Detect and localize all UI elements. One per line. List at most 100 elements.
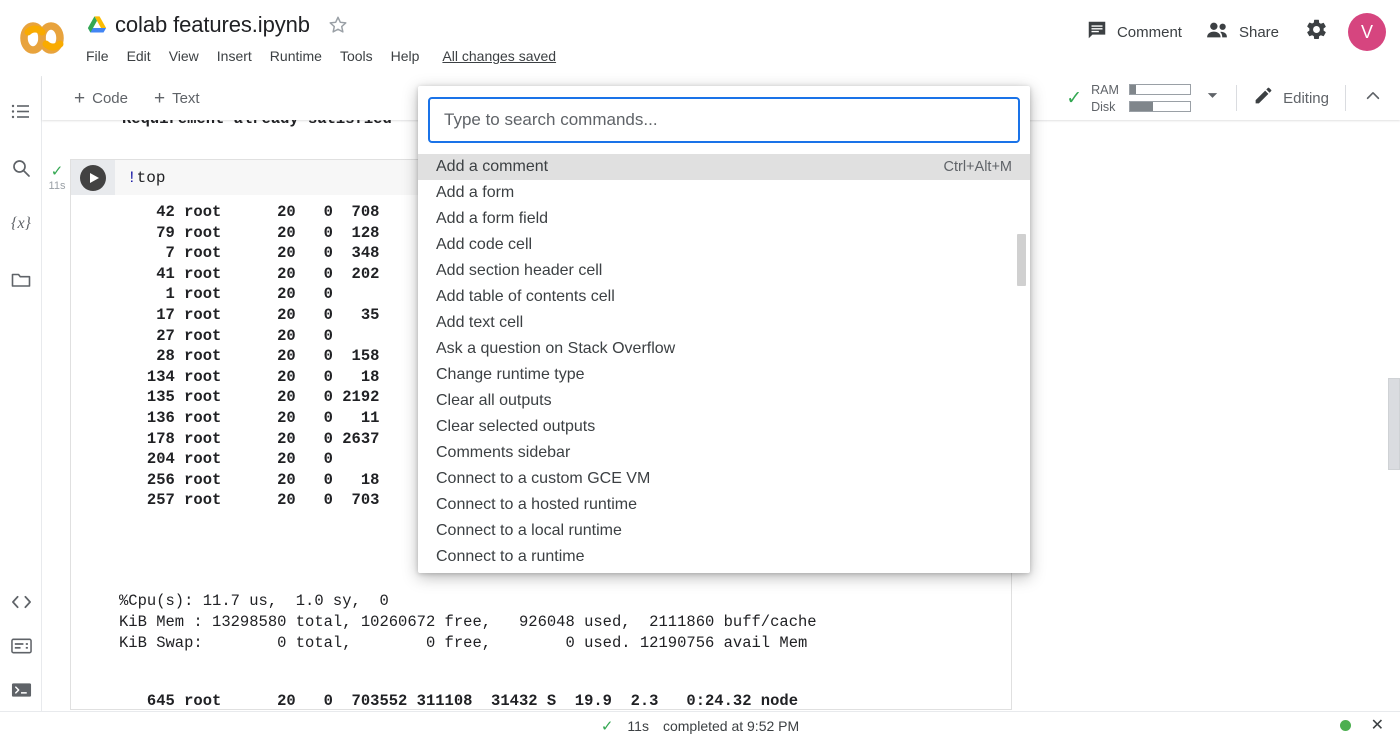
table-of-contents-icon[interactable] <box>8 99 34 125</box>
page-scrollbar-thumb[interactable] <box>1388 378 1400 470</box>
commands-panel-icon[interactable] <box>8 633 34 659</box>
command-item[interactable]: Connect to a local runtime <box>418 518 1030 544</box>
status-elapsed: 11s <box>627 717 649 734</box>
disk-meter-fill <box>1130 102 1153 111</box>
status-check-icon: ✓ <box>600 717 614 735</box>
add-code-cell-button[interactable]: + Code <box>64 85 138 112</box>
people-icon <box>1206 20 1230 45</box>
command-item-label: Add section header cell <box>436 262 603 279</box>
toolbar-left: + Code + Text <box>64 76 210 120</box>
app-header: colab features.ipynb File Edit View Inse… <box>0 0 1400 76</box>
command-list[interactable]: Add a comment Ctrl+Alt+M Add a form Add a f… <box>418 154 1030 573</box>
command-item[interactable]: Add code cell <box>418 232 1030 258</box>
editing-mode-button[interactable]: Editing <box>1245 80 1337 116</box>
command-item[interactable]: Add a comment Ctrl+Alt+M <box>418 154 1030 180</box>
command-item-label: Add a comment <box>436 158 549 175</box>
command-item-label: Add table of contents cell <box>436 288 615 305</box>
command-item[interactable]: Add a form field <box>418 206 1030 232</box>
command-item[interactable]: Ask a question on Stack Overflow <box>418 336 1030 362</box>
files-icon[interactable] <box>8 267 34 293</box>
menu-tools[interactable]: Tools <box>331 46 382 66</box>
command-item-shortcut: Ctrl+Alt+M <box>943 159 1013 175</box>
command-item[interactable]: Clear all outputs <box>418 388 1030 414</box>
menu-help[interactable]: Help <box>382 46 429 66</box>
command-item[interactable]: Clear selected outputs <box>418 414 1030 440</box>
left-rail: {x} <box>0 76 42 739</box>
menu-bar: File Edit View Insert Runtime Tools Help… <box>86 44 556 68</box>
command-item[interactable]: Comments sidebar <box>418 440 1030 466</box>
variables-icon[interactable]: {x} <box>8 211 34 237</box>
command-item-label: Clear selected outputs <box>436 418 596 435</box>
command-search-input[interactable] <box>428 97 1020 143</box>
share-label: Share <box>1238 23 1279 41</box>
plus-icon: + <box>153 87 166 109</box>
process-list-top: 42 root 20 0 708 79 root 20 0 128 7 root… <box>146 203 380 510</box>
command-item[interactable]: Connect to a custom GCE VM <box>418 466 1030 492</box>
previous-cell-output: Requirement already satisfied <box>122 120 392 128</box>
ram-meter-fill <box>1130 85 1136 94</box>
command-item-label: Change runtime type <box>436 366 585 383</box>
chevron-up-icon <box>1364 87 1382 110</box>
command-list-scrollbar[interactable] <box>1017 156 1028 571</box>
google-drive-icon <box>86 15 108 35</box>
command-item[interactable]: Add text cell <box>418 310 1030 336</box>
disk-meter-bar <box>1129 101 1192 112</box>
notebook-title[interactable]: colab features.ipynb <box>115 11 310 39</box>
command-item-label: Comments sidebar <box>436 444 571 461</box>
add-text-cell-button[interactable]: + Text <box>144 85 210 112</box>
colab-logo[interactable] <box>16 12 68 64</box>
menu-file[interactable]: File <box>86 46 118 66</box>
shell-bang: ! <box>127 169 137 187</box>
command-item[interactable]: Add a form <box>418 180 1030 206</box>
resource-meters[interactable]: ✓ RAM Disk <box>1060 80 1197 117</box>
command-item[interactable]: Add table of contents cell <box>418 284 1030 310</box>
command-item[interactable]: Add section header cell <box>418 258 1030 284</box>
code-snippets-icon[interactable] <box>8 589 34 615</box>
resource-dropdown-button[interactable] <box>1197 82 1228 114</box>
settings-button[interactable] <box>1297 10 1336 54</box>
search-icon[interactable] <box>8 155 34 181</box>
status-bar: ✓ 11s completed at 9:52 PM ✕ <box>0 711 1400 739</box>
header-actions: Comment Share V <box>1074 10 1386 54</box>
mem-summary-line: KiB Mem : 13298580 total, 10260672 free,… <box>119 613 817 631</box>
command-item-label: Connect to a runtime <box>436 548 585 565</box>
command-item-label: Connect to a hosted runtime <box>436 496 638 513</box>
ram-meter-row: RAM <box>1091 83 1192 97</box>
command-item-label: Add text cell <box>436 314 524 331</box>
chevron-down-icon <box>1205 88 1220 108</box>
star-outline-icon[interactable] <box>327 14 349 36</box>
terminal-icon[interactable] <box>8 677 34 703</box>
command-item-label: Ask a question on Stack Overflow <box>436 340 676 357</box>
run-cell-button[interactable] <box>71 160 115 196</box>
connection-indicator-dot <box>1339 720 1351 731</box>
comment-button[interactable]: Comment <box>1074 12 1194 53</box>
menu-view[interactable]: View <box>160 46 208 66</box>
command-item[interactable]: Connect to a hosted runtime <box>418 492 1030 518</box>
menu-edit[interactable]: Edit <box>118 46 160 66</box>
close-icon[interactable]: ✕ <box>1371 717 1384 734</box>
cpu-summary-line: %Cpu(s): 11.7 us, 1.0 sy, 0 <box>119 592 389 610</box>
menu-runtime[interactable]: Runtime <box>261 46 331 66</box>
avatar[interactable]: V <box>1348 13 1386 51</box>
share-button[interactable]: Share <box>1194 13 1291 52</box>
editing-label: Editing <box>1283 89 1329 107</box>
status-center: ✓ 11s completed at 9:52 PM <box>0 717 1400 735</box>
execution-status: ✓ 11s <box>45 164 69 192</box>
toolbar-divider <box>1345 85 1346 111</box>
pencil-icon <box>1253 85 1274 111</box>
command-item-label: Connect to a local runtime <box>436 522 622 539</box>
command-list-scrollbar-thumb[interactable] <box>1017 234 1026 286</box>
execution-time: 11s <box>48 180 66 192</box>
command-item[interactable]: Change runtime type <box>418 362 1030 388</box>
command-item-label: Clear all outputs <box>436 392 552 409</box>
code-cell-source[interactable]: !top <box>127 169 165 187</box>
disk-meter-row: Disk <box>1091 99 1192 114</box>
command-search-wrap <box>418 86 1030 152</box>
save-status[interactable]: All changes saved <box>442 48 556 64</box>
menu-insert[interactable]: Insert <box>208 46 261 66</box>
command-item-label: Connect to a custom GCE VM <box>436 470 651 487</box>
ram-meter-bar <box>1129 84 1192 95</box>
disk-label: Disk <box>1091 99 1116 114</box>
command-item[interactable]: Connect to a runtime <box>418 544 1030 570</box>
collapse-toolbar-button[interactable] <box>1354 80 1392 117</box>
